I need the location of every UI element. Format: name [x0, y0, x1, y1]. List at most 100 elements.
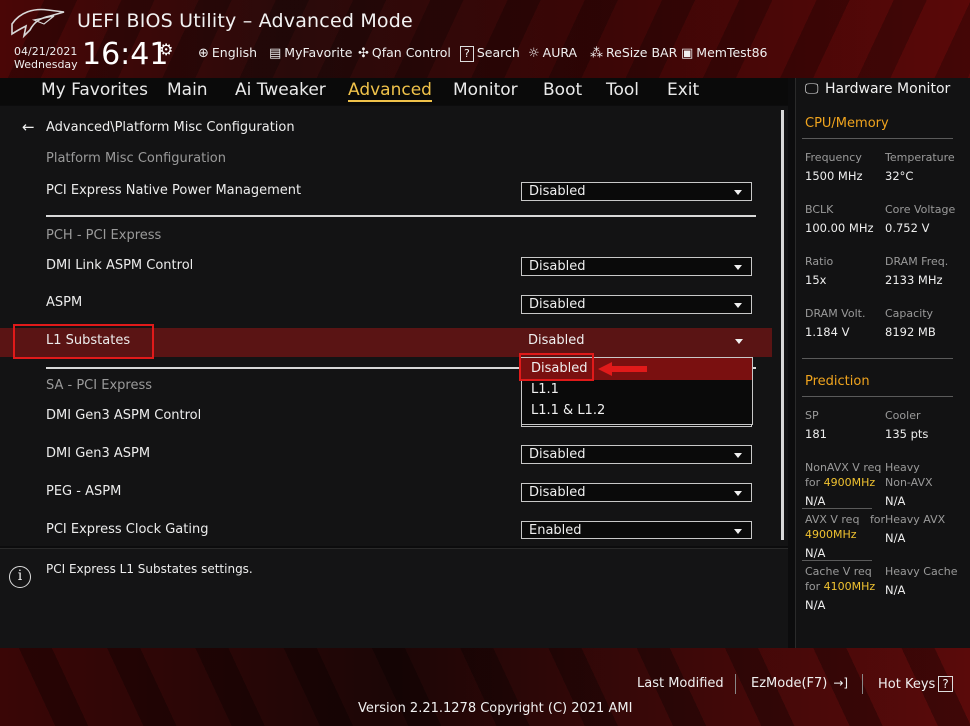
app-title: UEFI BIOS Utility – Advanced Mode — [77, 10, 413, 32]
date-text: 04/21/2021 — [14, 45, 78, 58]
hw-label: Heavy — [885, 461, 920, 474]
hw-value: 2133 MHz — [885, 273, 943, 287]
hw-label: BCLK — [805, 203, 834, 216]
hw-label: Heavy Cache — [885, 565, 958, 578]
cpu-memory-section: CPU/Memory — [805, 116, 889, 131]
dropdown-option-disabled[interactable]: Disabled — [531, 361, 587, 376]
tab-exit[interactable]: Exit — [667, 80, 699, 100]
hw-value: 1500 MHz — [805, 169, 863, 183]
chevron-down-icon — [734, 190, 742, 195]
myfavorite-label: MyFavorite — [284, 45, 353, 60]
hw-label: for 4900MHz — [805, 476, 875, 489]
search-button[interactable]: ? Search — [460, 45, 520, 62]
nonavx-freq: 4900MHz — [823, 476, 876, 489]
ezmode-button[interactable]: EzMode(F7) →] — [751, 676, 851, 691]
divider — [802, 358, 953, 359]
aspm-select[interactable]: Disabled — [521, 295, 752, 314]
hw-value: N/A — [885, 583, 906, 597]
chevron-down-icon — [734, 491, 742, 496]
hw-value: 32°C — [885, 169, 914, 183]
info-icon: i — [9, 566, 31, 588]
section-pch-pci-express: PCH - PCI Express — [46, 228, 162, 243]
dmi-link-aspm-select[interactable]: Disabled — [521, 257, 752, 276]
hw-value: 8192 MB — [885, 325, 936, 339]
l1-substates-select[interactable]: Disabled — [521, 332, 752, 351]
annotation-arrow-shaft — [611, 366, 647, 372]
hw-value: 0.752 V — [885, 221, 930, 235]
setting-label-dmi-gen3-aspm: DMI Gen3 ASPM — [46, 446, 151, 461]
dmi-gen3-aspm-value: Disabled — [529, 447, 586, 462]
divider — [46, 215, 756, 217]
hw-label: Heavy AVX — [885, 513, 946, 526]
tab-boot[interactable]: Boot — [543, 80, 582, 100]
divider — [802, 138, 953, 139]
hw-title: Hardware Monitor — [825, 81, 951, 97]
setting-label-dmi-gen3-aspm-control: DMI Gen3 ASPM Control — [46, 408, 202, 423]
dmi-gen3-aspm-select[interactable]: Disabled — [521, 445, 752, 464]
memtest-button[interactable]: ▣ MemTest86 — [681, 45, 767, 61]
setting-label-peg-aspm: PEG - ASPM — [46, 484, 122, 499]
chevron-down-icon — [734, 265, 742, 270]
hw-value: 15x — [805, 273, 827, 287]
divider — [802, 560, 872, 561]
divider — [735, 674, 736, 694]
chevron-down-icon — [734, 529, 742, 534]
hw-value: N/A — [805, 598, 826, 612]
hw-value: N/A — [805, 546, 826, 560]
divider — [802, 396, 953, 397]
hw-label: Frequency — [805, 151, 862, 164]
for-text: for — [805, 476, 821, 489]
tab-main[interactable]: Main — [167, 80, 208, 100]
tab-advanced[interactable]: Advanced — [348, 80, 432, 102]
scrollbar[interactable] — [781, 110, 784, 540]
setting-label-clock-gating: PCI Express Clock Gating — [46, 522, 209, 537]
hw-value: 1.184 V — [805, 325, 850, 339]
back-arrow-icon[interactable]: ← — [22, 118, 35, 136]
hw-label: Non-AVX — [885, 476, 933, 489]
hw-label: DRAM Freq. — [885, 255, 949, 268]
hw-value: 100.00 MHz — [805, 221, 874, 235]
tab-monitor[interactable]: Monitor — [453, 80, 518, 100]
tab-tool[interactable]: Tool — [606, 80, 639, 100]
hw-value: N/A — [805, 494, 826, 508]
dropdown-option-l1-1[interactable]: L1.1 — [531, 382, 559, 397]
cache-freq: 4100MHz — [823, 580, 876, 593]
hw-label: Capacity — [885, 307, 934, 320]
resize-bar-button[interactable]: ⁂ ReSize BAR — [590, 45, 677, 61]
clock-gating-value: Enabled — [529, 523, 582, 538]
weekday-text: Wednesday — [14, 58, 78, 71]
aura-label: AURA — [542, 45, 578, 60]
setting-label-l1-substates: L1 Substates — [46, 333, 131, 348]
divider — [802, 508, 872, 509]
chevron-down-icon — [734, 453, 742, 458]
clock: 16:41 — [82, 37, 169, 72]
setting-label-dmi-link-aspm: DMI Link ASPM Control — [46, 258, 194, 273]
tab-my-favorites[interactable]: My Favorites — [41, 80, 148, 100]
setting-label-native-power: PCI Express Native Power Management — [46, 183, 302, 198]
breadcrumb: Advanced\Platform Misc Configuration — [46, 120, 295, 135]
native-power-select[interactable]: Disabled — [521, 182, 752, 201]
avx-freq: 4900MHz — [805, 528, 857, 541]
qfan-control-button[interactable]: ✣ Qfan Control — [358, 45, 451, 61]
language-button[interactable]: ⊕ English — [198, 45, 257, 61]
memtest-label: MemTest86 — [696, 45, 768, 60]
resize-bar-icon: ⁂ — [590, 46, 603, 61]
hw-label: NonAVX V req — [805, 461, 882, 474]
annotation-arrow-icon — [598, 362, 612, 376]
gear-icon[interactable]: ⚙ — [159, 40, 173, 59]
help-icon: ? — [460, 46, 474, 62]
aura-button[interactable]: ☼ AURA — [528, 45, 577, 61]
dropdown-option-l1-1-l1-2[interactable]: L1.1 & L1.2 — [531, 403, 605, 418]
hw-label: DRAM Volt. — [805, 307, 866, 320]
myfavorite-button[interactable]: ▤ MyFavorite — [269, 45, 352, 61]
hw-value: N/A — [885, 494, 906, 508]
tab-ai-tweaker[interactable]: Ai Tweaker — [235, 80, 326, 100]
hw-label: Core Voltage — [885, 203, 956, 216]
hot-keys-button[interactable]: Hot Keys? — [878, 676, 953, 692]
qfan-label: Qfan Control — [371, 45, 451, 60]
section-sa-pci-express: SA - PCI Express — [46, 378, 152, 393]
help-text: PCI Express L1 Substates settings. — [46, 562, 253, 576]
peg-aspm-select[interactable]: Disabled — [521, 483, 752, 502]
last-modified-button[interactable]: Last Modified — [637, 676, 724, 691]
clock-gating-select[interactable]: Enabled — [521, 521, 752, 539]
